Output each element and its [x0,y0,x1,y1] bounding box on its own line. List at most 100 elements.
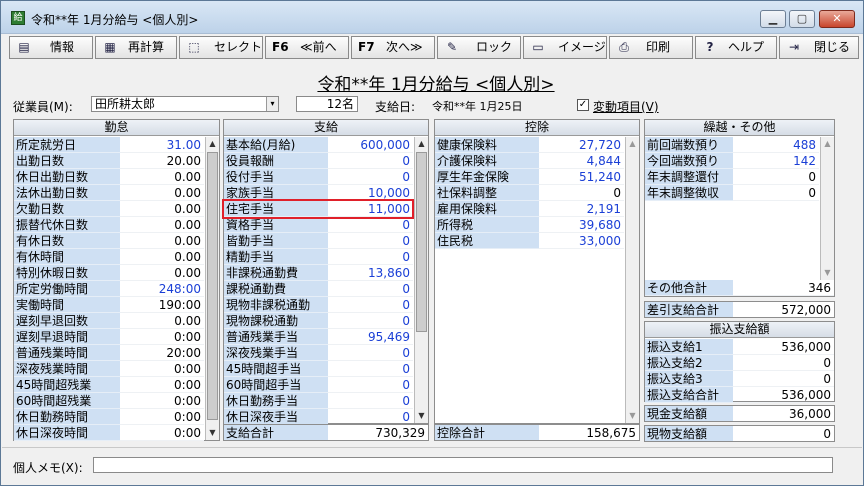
payment-scrollbar[interactable]: ▲ ▼ [414,137,428,423]
data-row[interactable]: 深夜残業手当 0 [224,345,413,361]
close-button[interactable]: ⇥ 閉じる [779,36,859,59]
data-row[interactable]: 振込支給3 0 [645,371,834,387]
scroll-up-icon[interactable]: ▲ [821,137,834,151]
row-value[interactable]: 0 [328,217,413,233]
row-value[interactable]: 0.00 [120,249,204,265]
data-row[interactable]: 資格手当 0 [224,217,413,233]
data-row[interactable]: 社保料調整 0 [435,185,624,201]
row-value[interactable]: 0 [328,377,413,393]
row-value[interactable]: 488 [733,137,819,153]
variable-items-checkbox[interactable]: ✓ [577,99,589,111]
data-row[interactable]: 有休時間 0.00 [14,249,204,265]
row-value[interactable]: 20:00 [120,345,204,361]
data-row[interactable]: 年末調整徴収 0 [645,185,819,201]
data-row[interactable]: 休日出勤日数 0.00 [14,169,204,185]
row-value[interactable]: 142 [733,153,819,169]
data-row[interactable]: 年末調整還付 0 [645,169,819,185]
data-row[interactable]: 住民税 33,000 [435,233,624,249]
data-row[interactable]: 今回端数預り 142 [645,153,819,169]
scroll-down-icon[interactable]: ▼ [821,266,834,280]
row-value[interactable]: 0 [328,361,413,377]
data-row[interactable]: 実働時間 190:00 [14,297,204,313]
data-row[interactable]: 休日勤務時間 0:00 [14,409,204,425]
employee-select[interactable]: 田所耕太郎 ▾ [91,96,279,112]
row-value[interactable]: 0.00 [120,313,204,329]
data-row[interactable]: 振込支給2 0 [645,355,834,371]
row-value[interactable]: 4,844 [539,153,624,169]
row-value[interactable]: 0:00 [120,329,204,345]
data-row[interactable]: 休日勤務手当 0 [224,393,413,409]
data-row[interactable]: 所得税 39,680 [435,217,624,233]
scroll-up-icon[interactable]: ▲ [626,137,639,151]
data-row[interactable]: 精勤手当 0 [224,249,413,265]
row-value[interactable]: 39,680 [539,217,624,233]
data-row[interactable]: 役付手当 0 [224,169,413,185]
data-row[interactable]: 深夜残業時間 0:00 [14,361,204,377]
row-value[interactable]: 0.00 [120,169,204,185]
data-row[interactable]: 普通残業時間 20:00 [14,345,204,361]
row-value[interactable]: 0:00 [120,425,204,441]
image-button[interactable]: ▭ イメージ [523,36,607,59]
data-row[interactable]: 振込支給合計 536,000 [645,387,834,403]
row-value[interactable]: 0 [328,313,413,329]
data-row[interactable]: 遅刻早退回数 0.00 [14,313,204,329]
data-row[interactable]: 厚生年金保険 51,240 [435,169,624,185]
row-value[interactable]: 95,469 [328,329,413,345]
scroll-down-icon[interactable]: ▼ [206,426,219,440]
scroll-up-icon[interactable]: ▲ [415,137,428,151]
data-row[interactable]: 出勤日数 20.00 [14,153,204,169]
recalc-button[interactable]: ▦ 再計算 [95,36,177,59]
data-row[interactable]: 健康保険料 27,720 [435,137,624,153]
row-value[interactable]: 0.00 [120,233,204,249]
row-value[interactable]: 0 [733,185,819,201]
row-value[interactable]: 536,000 [733,387,834,403]
data-row[interactable]: 前回端数預り 488 [645,137,819,153]
data-row[interactable]: 有休日数 0.00 [14,233,204,249]
row-value[interactable]: 13,860 [328,265,413,281]
row-value[interactable]: 0.00 [120,265,204,281]
row-value[interactable]: 0 [733,371,834,387]
row-value[interactable]: 0 [328,297,413,313]
select-button[interactable]: ⬚ セレクト [179,36,263,59]
row-value[interactable]: 0.00 [120,201,204,217]
row-value[interactable]: 20.00 [120,153,204,169]
row-value[interactable]: 31.00 [120,137,204,153]
data-row[interactable]: 基本給(月給) 600,000 [224,137,413,153]
row-value[interactable]: 0 [328,345,413,361]
scroll-down-icon[interactable]: ▼ [626,409,639,423]
data-row[interactable]: 法休出勤日数 0.00 [14,185,204,201]
data-row[interactable]: 現物課税通勤 0 [224,313,413,329]
data-row[interactable]: 欠勤日数 0.00 [14,201,204,217]
row-value[interactable]: 0 [328,249,413,265]
carryover-scrollbar[interactable]: ▲ ▼ [820,137,834,280]
close-window-button[interactable]: ✕ [819,10,855,28]
data-row[interactable]: 60時間超残業 0:00 [14,393,204,409]
lock-button[interactable]: ✎ ロック [437,36,521,59]
data-row[interactable]: 45時間超手当 0 [224,361,413,377]
row-value[interactable]: 0 [539,185,624,201]
attendance-scrollbar[interactable]: ▲ ▼ [205,137,219,440]
minimize-button[interactable]: ▁ [760,10,786,28]
scroll-thumb[interactable] [416,152,427,332]
scroll-down-icon[interactable]: ▼ [415,409,428,423]
row-value[interactable]: 190:00 [120,297,204,313]
data-row[interactable]: 皆勤手当 0 [224,233,413,249]
deduction-scrollbar[interactable]: ▲ ▼ [625,137,639,423]
row-value[interactable]: 33,000 [539,233,624,249]
scroll-up-icon[interactable]: ▲ [206,137,219,151]
row-value[interactable]: 0 [328,409,413,425]
row-value[interactable]: 0 [328,169,413,185]
row-value[interactable]: 51,240 [539,169,624,185]
print-button[interactable]: ⎙ 印刷 [609,36,693,59]
row-value[interactable]: 0 [328,281,413,297]
row-value[interactable]: 0:00 [120,393,204,409]
chevron-down-icon[interactable]: ▾ [266,97,278,111]
data-row[interactable]: 振替代休日数 0.00 [14,217,204,233]
data-row[interactable]: 振込支給1 536,000 [645,339,834,355]
data-row[interactable]: 現物非課税通勤 0 [224,297,413,313]
row-value[interactable]: 0 [733,169,819,185]
data-row[interactable]: 60時間超手当 0 [224,377,413,393]
row-value[interactable]: 0 [328,153,413,169]
row-value[interactable]: 0.00 [120,185,204,201]
row-value[interactable]: 248:00 [120,281,204,297]
